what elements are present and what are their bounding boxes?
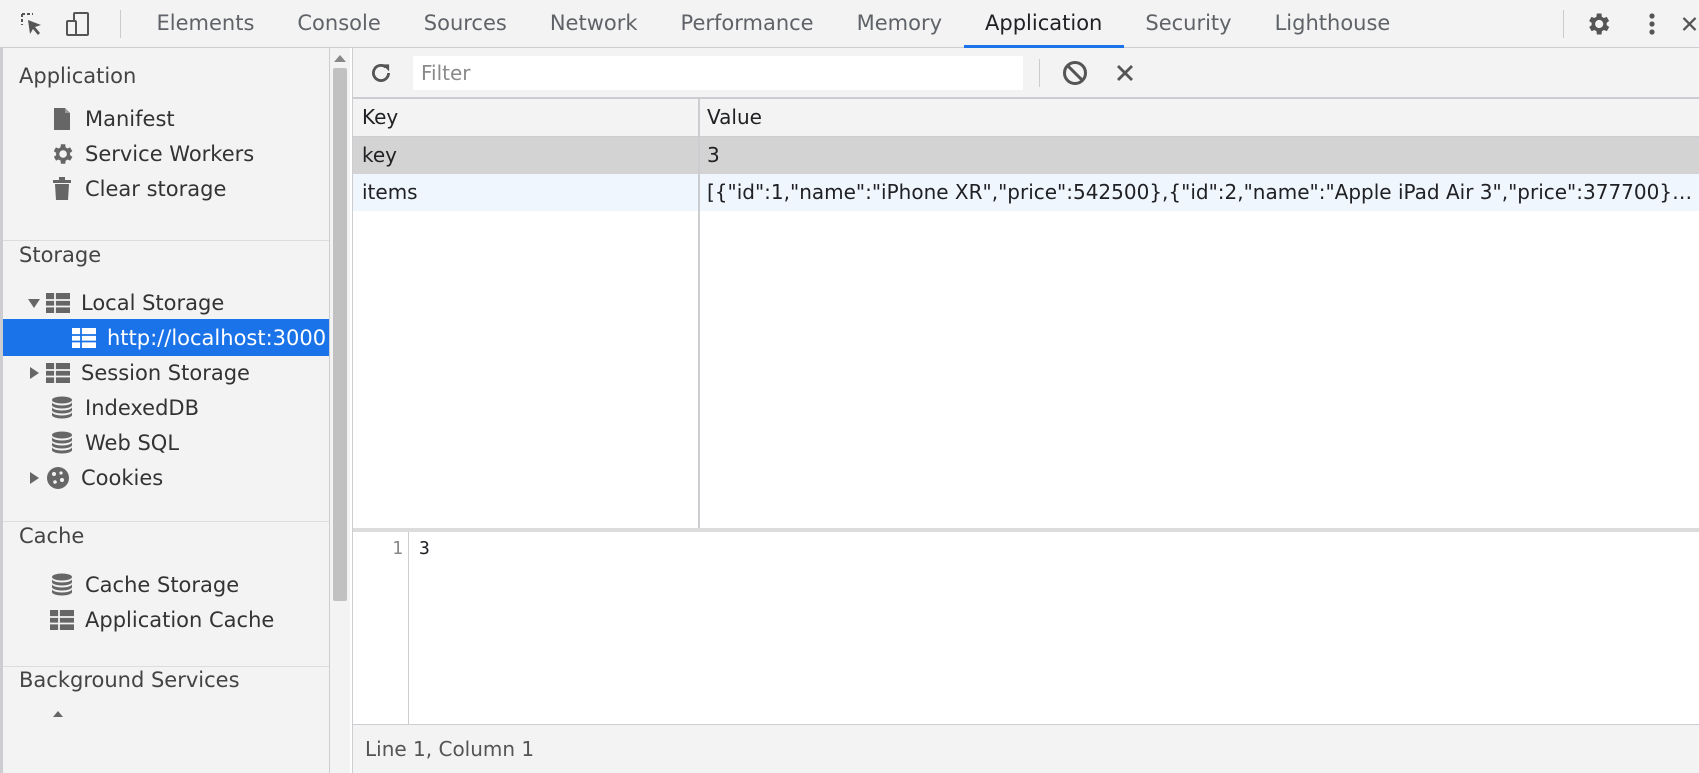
cursor-select-icon (21, 13, 41, 35)
sidebar-item-label: Session Storage (81, 360, 250, 385)
sidebar-item-label: Clear storage (85, 176, 227, 201)
sidebar-item-label: Web SQL (85, 430, 180, 455)
cookie-icon (45, 465, 71, 491)
tab-console[interactable]: Console (276, 0, 402, 48)
tab-sources[interactable]: Sources (402, 0, 528, 48)
document-icon (49, 106, 75, 132)
sidebar-item-cookies[interactable]: Cookies (3, 459, 329, 496)
grid-icon (45, 360, 71, 386)
refresh-button[interactable] (365, 57, 397, 89)
sidebar-item-cache-storage[interactable]: Cache Storage (3, 566, 329, 603)
gear-icon (1589, 13, 1610, 35)
more-vertical-icon (1649, 13, 1655, 35)
close-icon (1117, 65, 1133, 81)
application-sidebar: Application Manifest Service Workers Cle… (0, 48, 330, 773)
column-header-value[interactable]: Value (707, 99, 1687, 136)
refresh-icon (372, 64, 390, 82)
cursor-position: Line 1, Column 1 (365, 737, 535, 761)
inspect-element-button[interactable] (16, 8, 48, 40)
sidebar-item-label: Cookies (81, 465, 164, 490)
tab-elements[interactable]: Elements (135, 0, 276, 48)
sidebar-item-indexeddb[interactable]: IndexedDB (3, 389, 329, 426)
section-title-background-services: Background Services (19, 668, 240, 692)
database-icon (49, 395, 75, 421)
row-value-cell: 3 (707, 143, 720, 167)
section-title-application: Application (19, 64, 137, 88)
trash-icon (49, 176, 75, 202)
scroll-up-arrow-icon[interactable] (334, 55, 346, 62)
sidebar-item-label: IndexedDB (85, 395, 199, 420)
editor-content[interactable]: 3 (419, 538, 430, 559)
column-resizer[interactable] (698, 99, 700, 529)
value-preview-editor[interactable]: 1 3 (353, 532, 1699, 724)
table-row[interactable]: items [{"id":1,"name":"iPhone XR","price… (353, 174, 1699, 211)
expand-triangle-down-icon[interactable] (27, 296, 41, 310)
device-toolbar-button[interactable] (62, 8, 94, 40)
sidebar-item-label: http://localhost:3000 (107, 325, 327, 350)
sidebar-item-manifest[interactable]: Manifest (3, 100, 329, 137)
tab-network[interactable]: Network (528, 0, 659, 48)
tab-performance[interactable]: Performance (659, 0, 835, 48)
sidebar-item-local-storage[interactable]: Local Storage (3, 284, 329, 321)
device-mode-icon (66, 12, 89, 36)
grid-icon (49, 607, 75, 633)
sidebar-item-service-workers[interactable]: Service Workers (3, 135, 329, 172)
sidebar-item-clear-storage[interactable]: Clear storage (3, 170, 329, 207)
toolbar-divider (1039, 59, 1040, 87)
expand-triangle-right-icon[interactable] (27, 366, 41, 380)
close-icon (1682, 17, 1697, 31)
panel-tabs: Elements Console Sources Network Perform… (135, 0, 1412, 48)
table-row[interactable]: key 3 (353, 137, 1699, 174)
tab-lighthouse[interactable]: Lighthouse (1253, 0, 1412, 48)
sidebar-item-web-sql[interactable]: Web SQL (3, 424, 329, 461)
line-gutter: 1 (353, 532, 409, 724)
delete-selected-button[interactable] (1109, 57, 1141, 89)
settings-button[interactable] (1582, 8, 1614, 40)
sidebar-item-label: Manifest (85, 106, 175, 131)
sidebar-item-label: Application Cache (85, 607, 275, 632)
grid-icon (45, 290, 71, 316)
row-value-cell: [{"id":1,"name":"iPhone XR","price":5425… (707, 180, 1697, 204)
database-icon (49, 572, 75, 598)
row-key-cell: items (362, 180, 418, 204)
section-title-cache: Cache (19, 524, 85, 548)
tab-application[interactable]: Application (963, 0, 1124, 48)
sidebar-item-application-cache[interactable]: Application Cache (3, 601, 329, 638)
sidebar-item-label: Local Storage (81, 290, 225, 315)
column-header-key[interactable]: Key (362, 99, 692, 136)
expand-triangle-right-icon[interactable] (27, 471, 41, 485)
more-options-button[interactable] (1636, 8, 1668, 40)
close-devtools-button[interactable] (1680, 8, 1699, 40)
section-divider (3, 666, 329, 667)
sidebar-item-session-storage[interactable]: Session Storage (3, 354, 329, 391)
sidebar-item-label: Service Workers (85, 141, 255, 166)
gear-icon (49, 141, 75, 167)
line-number: 1 (392, 538, 403, 559)
clear-all-button[interactable] (1059, 57, 1091, 89)
sidebar-item-label: Cache Storage (85, 572, 240, 597)
database-icon (49, 430, 75, 456)
toolbar-divider (1563, 10, 1564, 38)
storage-data-grid: Key Value key 3 items [{"id":1,"name":"i… (353, 98, 1699, 529)
grid-header: Key Value (353, 99, 1699, 137)
devtools-tab-bar: Elements Console Sources Network Perform… (0, 0, 1699, 48)
section-title-storage: Storage (19, 243, 102, 267)
sidebar-item-localhost-3000[interactable]: http://localhost:3000 (3, 319, 329, 356)
grid-icon (71, 325, 97, 351)
block-icon (1062, 60, 1088, 86)
section-divider (3, 521, 329, 522)
editor-status-bar: Line 1, Column 1 (353, 724, 1699, 773)
local-storage-panel: Key Value key 3 items [{"id":1,"name":"i… (352, 48, 1699, 773)
sidebar-scrollbar-thumb[interactable] (333, 68, 347, 601)
row-key-cell: key (362, 143, 398, 167)
tab-security[interactable]: Security (1124, 0, 1253, 48)
section-divider (3, 240, 329, 241)
filter-input[interactable] (413, 56, 1023, 90)
partial-item-icon (51, 708, 65, 732)
toolbar-divider (120, 10, 121, 38)
tab-memory[interactable]: Memory (835, 0, 963, 48)
storage-toolbar (353, 48, 1699, 98)
